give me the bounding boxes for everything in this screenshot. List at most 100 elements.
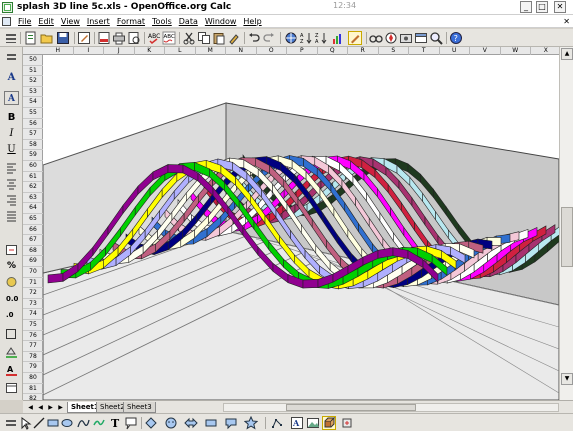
basic-shapes-icon[interactable] (144, 416, 158, 430)
column-header[interactable]: T (409, 47, 440, 55)
zoom-icon[interactable] (429, 31, 443, 45)
column-header[interactable]: Q (318, 47, 348, 55)
maximize-button[interactable]: □ (536, 1, 548, 13)
flowchart-icon[interactable] (204, 416, 218, 430)
stars-icon[interactable] (243, 415, 259, 430)
menu-view[interactable]: View (61, 17, 80, 26)
row-header[interactable]: 67 (23, 235, 43, 246)
column-header[interactable]: N (226, 47, 257, 55)
spellcheck-icon[interactable]: ABC (147, 31, 161, 45)
align-left-icon[interactable] (4, 161, 19, 175)
row-header[interactable]: 66 (23, 225, 43, 236)
row-header[interactable]: 52 (23, 76, 43, 87)
extrusion-toggle-icon[interactable] (322, 416, 336, 430)
decimal-delete-icon[interactable]: .0 (4, 307, 19, 321)
menu-insert[interactable]: Insert (87, 17, 110, 26)
vertical-scroll-thumb[interactable] (561, 207, 573, 267)
row-header[interactable]: 75 (23, 320, 43, 331)
borders-icon[interactable] (4, 327, 19, 341)
scroll-up-button[interactable]: ▲ (561, 48, 573, 60)
vertical-scrollbar[interactable]: ▲ ▼ (559, 47, 573, 400)
row-header[interactable]: 57 (23, 129, 43, 140)
row-header[interactable]: 79 (23, 362, 43, 373)
toolbar-menu-icon[interactable] (4, 51, 19, 65)
row-header[interactable]: 62 (23, 182, 43, 193)
callouts-icon[interactable] (224, 416, 238, 430)
document-icon[interactable] (2, 17, 11, 26)
paste-icon[interactable] (212, 31, 226, 45)
navigator-icon[interactable] (384, 31, 398, 45)
bold-button[interactable]: B (4, 111, 19, 125)
symbol-shapes-icon[interactable] (164, 416, 178, 430)
from-file-icon[interactable] (306, 416, 320, 430)
toolbar-menu-icon[interactable] (4, 416, 18, 430)
currency-format-icon[interactable] (4, 275, 19, 289)
column-header[interactable]: K (135, 47, 165, 55)
align-center-icon[interactable] (4, 177, 19, 191)
font-name-button[interactable]: A (4, 71, 19, 85)
percent-format-button[interactable]: % (4, 259, 19, 273)
row-header[interactable]: 74 (23, 309, 43, 320)
rectangle-tool-icon[interactable] (46, 416, 60, 430)
save-icon[interactable] (56, 31, 70, 45)
background-color-icon[interactable] (4, 345, 19, 359)
chart-3d-line[interactable] (43, 55, 559, 400)
row-header[interactable]: 59 (23, 150, 43, 161)
row-header[interactable]: 53 (23, 87, 43, 98)
row-header[interactable]: 50 (23, 55, 43, 66)
edit-file-icon[interactable] (77, 31, 91, 45)
next-sheet-button[interactable]: ▶ (46, 403, 55, 412)
redo-icon[interactable] (262, 31, 276, 45)
row-header[interactable]: 56 (23, 119, 43, 130)
line-tool-icon[interactable] (32, 416, 46, 430)
column-header[interactable]: J (104, 47, 135, 55)
menu-format[interactable]: Format (117, 17, 145, 26)
column-header[interactable]: O (257, 47, 287, 55)
align-right-icon[interactable] (4, 193, 19, 207)
glue-points-icon[interactable] (340, 416, 354, 430)
row-header[interactable]: 68 (23, 246, 43, 257)
prev-sheet-button[interactable]: ◀ (36, 403, 45, 412)
scroll-down-button[interactable]: ▼ (561, 373, 573, 385)
hyperlink-icon[interactable] (284, 31, 298, 45)
font-color-icon[interactable]: A (4, 363, 19, 377)
autospell-icon[interactable]: ABC (162, 31, 176, 45)
row-header[interactable]: 76 (23, 331, 43, 342)
toolbar-menu-icon[interactable] (4, 31, 18, 45)
menu-tools[interactable]: Tools (152, 17, 172, 26)
calendar-icon[interactable] (4, 381, 19, 395)
row-header[interactable]: 72 (23, 288, 43, 299)
italic-button[interactable]: I (4, 127, 19, 141)
first-sheet-button[interactable]: ◀ (26, 403, 35, 412)
close-button[interactable]: ✕ (554, 1, 566, 13)
row-header[interactable]: 78 (23, 352, 43, 363)
row-header[interactable]: 81 (23, 384, 43, 395)
row-header[interactable]: 60 (23, 161, 43, 172)
column-header[interactable]: P (287, 47, 318, 55)
callout-tool-icon[interactable] (124, 416, 138, 430)
open-folder-icon[interactable] (40, 31, 54, 45)
row-header[interactable]: 61 (23, 172, 43, 183)
row-header[interactable]: 63 (23, 193, 43, 204)
row-header[interactable]: 64 (23, 203, 43, 214)
row-header[interactable]: 71 (23, 278, 43, 289)
column-header[interactable]: X (531, 47, 559, 55)
horizontal-scrollbar[interactable] (223, 403, 559, 412)
datasources-icon[interactable] (414, 31, 428, 45)
insert-chart-icon[interactable] (331, 31, 345, 45)
row-header[interactable]: 73 (23, 299, 43, 310)
horizontal-scroll-thumb[interactable] (286, 404, 416, 411)
sort-descending-icon[interactable]: ZA (314, 31, 328, 45)
row-header[interactable]: 54 (23, 97, 43, 108)
row-header[interactable]: 58 (23, 140, 43, 151)
column-header[interactable]: R (348, 47, 379, 55)
menu-file[interactable]: File (18, 17, 31, 26)
menu-window[interactable]: Window (205, 17, 237, 26)
column-header[interactable]: W (501, 47, 531, 55)
menu-data[interactable]: Data (179, 17, 198, 26)
column-header[interactable]: S (379, 47, 409, 55)
menu-edit[interactable]: Edit (38, 17, 54, 26)
row-header[interactable]: 55 (23, 108, 43, 119)
export-pdf-icon[interactable] (97, 31, 111, 45)
curve-tool-icon[interactable] (76, 416, 90, 430)
